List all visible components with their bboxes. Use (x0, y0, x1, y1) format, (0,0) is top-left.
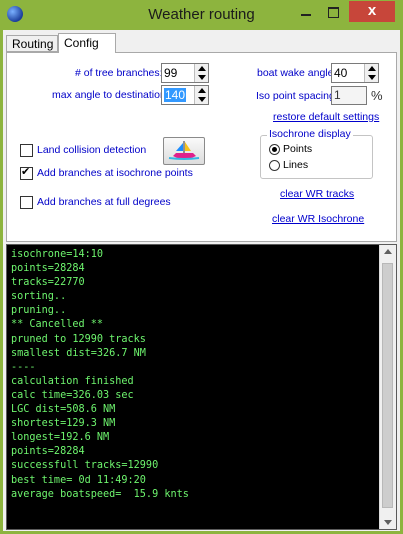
radio-points-label: Points (283, 143, 313, 155)
console-line: pruning.. (11, 305, 67, 317)
console-line: longest=192.6 NM (11, 432, 110, 444)
radio-lines[interactable] (269, 160, 280, 171)
minimize-button[interactable] (293, 2, 319, 22)
console-line: isochrone=14:10 (11, 249, 104, 260)
branches-full-degrees-checkbox[interactable] (20, 196, 33, 209)
config-panel: # of tree branches: 99 max angle to dest… (6, 52, 397, 242)
land-collision-label: Land collision detection (37, 144, 147, 156)
iso-spacing-unit: % (371, 88, 383, 103)
title-bar[interactable]: Weather routing x (0, 0, 403, 30)
weather-routing-window: Weather routing x Routing Config # of tr… (0, 0, 403, 534)
spin-down-icon[interactable] (198, 97, 206, 102)
max-angle-value[interactable]: 140 (164, 88, 187, 102)
spin-up-icon[interactable] (368, 66, 376, 71)
scroll-thumb[interactable] (382, 263, 393, 508)
console-line: points=28284 (11, 263, 85, 275)
clear-wr-isochrone-link[interactable]: clear WR Isochrone (272, 213, 364, 225)
console-line: ---- (11, 361, 36, 373)
max-angle-spinner[interactable]: 140 (161, 85, 209, 105)
console-line: ** Cancelled ** (11, 319, 104, 331)
client-area: Routing Config # of tree branches: 99 ma… (3, 30, 400, 531)
branches-full-degrees-label: Add branches at full degrees (37, 196, 171, 208)
isochrone-display-group: Isochrone display Points Lines (260, 128, 373, 179)
console-line: smallest dist=326.7 NM (11, 347, 146, 359)
console-line: tracks=22770 (11, 277, 85, 289)
radio-lines-label: Lines (283, 159, 309, 171)
scroll-down-icon[interactable] (384, 520, 392, 525)
spin-up-icon[interactable] (198, 66, 206, 71)
spinner-arrows[interactable] (194, 86, 208, 104)
tree-branches-label: # of tree branches: (75, 67, 163, 79)
tab-config[interactable]: Config (58, 33, 116, 53)
console-line: average boatspeed= 15.9 knts (11, 488, 189, 500)
boat-wake-spinner[interactable]: 40 (331, 63, 379, 83)
branches-isochrone-checkbox[interactable] (20, 165, 33, 180)
boat-wake-value[interactable]: 40 (334, 66, 347, 80)
console-line: pruned to 12990 tracks (11, 333, 146, 345)
boat-wake-label: boat wake angle: (257, 67, 337, 79)
max-angle-label: max angle to destination: (52, 89, 169, 101)
tab-routing[interactable]: Routing (6, 35, 58, 52)
maximize-button[interactable] (320, 2, 346, 22)
branches-isochrone-label: Add branches at isochrone points (37, 167, 193, 179)
isochrone-display-title: Isochrone display (267, 128, 353, 140)
console-line: successfull tracks=12990 (11, 460, 159, 472)
iso-spacing-label: Iso point spacing: (256, 90, 338, 102)
scroll-up-icon[interactable] (384, 249, 392, 254)
iso-spacing-field[interactable]: 1 (331, 86, 367, 105)
spin-down-icon[interactable] (198, 75, 206, 80)
restore-defaults-link[interactable]: restore default settings (273, 111, 379, 123)
console-line: points=28284 (11, 446, 85, 458)
tree-branches-spinner[interactable]: 99 (161, 63, 209, 83)
console-line: calculation finished (11, 375, 134, 387)
spin-down-icon[interactable] (368, 75, 376, 80)
close-button[interactable]: x (349, 1, 395, 22)
console-line: LGC dist=508.6 NM (11, 404, 116, 416)
console-text: isochrone=14:10 points=28284 tracks=22770 s… (11, 248, 189, 502)
spin-up-icon[interactable] (198, 88, 206, 93)
spinner-arrows[interactable] (194, 64, 208, 82)
console-line: best time= 0d 11:49:20 (11, 474, 146, 486)
boat-icon-button[interactable] (163, 137, 205, 165)
land-collision-checkbox[interactable] (20, 144, 33, 157)
radio-points[interactable] (269, 144, 280, 155)
console-line: sorting.. (11, 291, 67, 303)
console-line: shortest=129.3 NM (11, 418, 116, 430)
output-console[interactable]: isochrone=14:10 points=28284 tracks=22770 s… (6, 244, 397, 530)
console-scrollbar[interactable] (379, 245, 396, 529)
console-line: calc time=326.03 sec (11, 389, 134, 401)
tree-branches-value[interactable]: 99 (164, 66, 177, 80)
boat-icon (168, 141, 200, 160)
clear-wr-tracks-link[interactable]: clear WR tracks (280, 188, 354, 200)
spinner-arrows[interactable] (364, 64, 378, 82)
